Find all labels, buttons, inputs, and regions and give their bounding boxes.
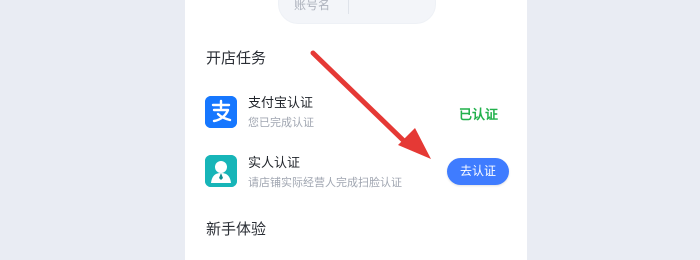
go-verify-button[interactable]: 去认证 (447, 158, 509, 185)
account-name-label: 账号名 (294, 0, 331, 12)
person-avatar-icon (205, 155, 237, 187)
alipay-verification-title: 支付宝认证 (248, 96, 314, 111)
verified-status-label: 已认证 (459, 108, 499, 123)
screenshot-viewport: 账号名 开店任务 支付宝认证 您已完成认证 已认证 实人认证 请店铺实际经营人完… (0, 0, 700, 260)
new-user-experience-title: 新手体验 (206, 220, 267, 238)
account-divider (348, 0, 349, 14)
real-person-verification-subtitle: 请店铺实际经营人完成扫脸认证 (248, 176, 402, 189)
alipay-icon (205, 96, 237, 128)
store-tasks-title: 开店任务 (206, 49, 267, 67)
real-person-verification-title: 实人认证 (248, 156, 301, 171)
alipay-verification-subtitle: 您已完成认证 (248, 116, 314, 129)
